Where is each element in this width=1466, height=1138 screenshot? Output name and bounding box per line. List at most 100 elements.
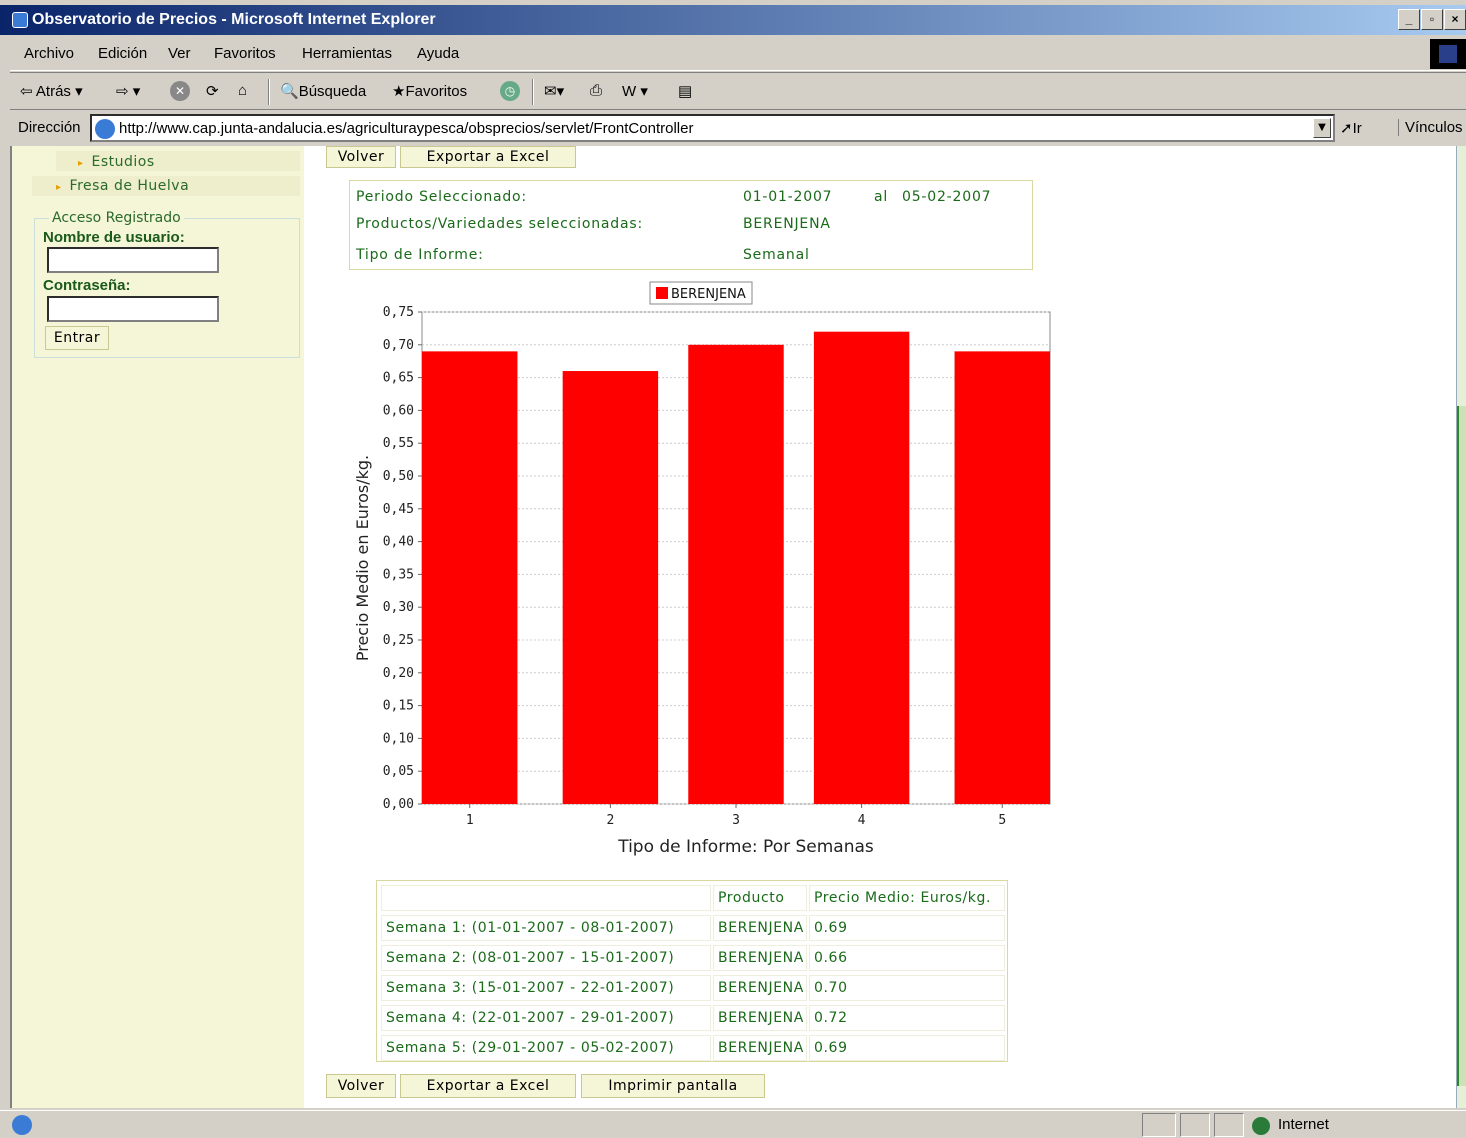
y-tick-label: 0,45 xyxy=(383,502,414,517)
table-header: Precio Medio: Euros/kg. xyxy=(809,885,1005,911)
export-excel-top-button[interactable]: Exportar a Excel xyxy=(400,146,576,168)
x-tick-label: 2 xyxy=(606,813,614,828)
table-header: Producto xyxy=(713,885,807,911)
back-button[interactable]: ⇦ Atrás ▾ xyxy=(20,82,83,100)
login-button[interactable]: Entrar xyxy=(45,326,109,350)
table-cell: 0.69 xyxy=(809,915,1005,941)
products-label: Productos/Variedades seleccionadas: xyxy=(356,216,643,232)
scrollbar-thumb[interactable] xyxy=(1457,406,1466,1086)
stop-icon[interactable]: ✕ xyxy=(170,81,190,101)
address-url[interactable]: http://www.cap.junta-andalucia.es/agricu… xyxy=(119,120,693,137)
sidebar-item-label[interactable]: Estudios xyxy=(92,154,155,170)
print-screen-button[interactable]: Imprimir pantalla xyxy=(581,1074,765,1098)
favorites-label: Favoritos xyxy=(405,83,468,100)
bar-1 xyxy=(422,351,518,804)
back-label: Atrás xyxy=(35,83,71,100)
menu-favoritos[interactable]: Favoritos xyxy=(214,45,276,62)
address-input[interactable]: http://www.cap.junta-andalucia.es/agricu… xyxy=(90,114,1335,142)
favorites-button[interactable]: ★Favoritos xyxy=(392,82,467,100)
y-tick-label: 0,10 xyxy=(383,731,414,746)
bar-4 xyxy=(813,331,910,804)
print-icon[interactable]: ⎙ xyxy=(590,82,602,99)
menu-ver[interactable]: Ver xyxy=(168,45,191,62)
y-tick-label: 0,00 xyxy=(383,797,414,812)
period-to: 05-02-2007 xyxy=(902,189,992,205)
back-bottom-button[interactable]: Volver xyxy=(326,1074,396,1098)
legend-label: BERENJENA xyxy=(671,287,746,302)
windows-logo-icon xyxy=(1430,39,1466,69)
go-button[interactable]: ➚Ir xyxy=(1340,119,1362,137)
table-cell: Semana 4: (22-01-2007 - 29-01-2007) xyxy=(381,1005,711,1031)
table-cell: BERENJENA xyxy=(713,975,807,1001)
menu-edicion[interactable]: Edición xyxy=(98,45,147,62)
x-tick-label: 1 xyxy=(466,813,474,828)
table-cell: BERENJENA xyxy=(713,1005,807,1031)
status-bar: Internet xyxy=(0,1110,1466,1138)
back-top-button[interactable]: Volver xyxy=(326,146,396,168)
y-tick-label: 0,20 xyxy=(383,666,414,681)
username-field[interactable] xyxy=(47,247,219,273)
table-cell: Semana 2: (08-01-2007 - 15-01-2007) xyxy=(381,945,711,971)
address-bar: Dirección http://www.cap.junta-andalucia… xyxy=(10,111,1466,145)
y-tick-label: 0,35 xyxy=(383,567,414,582)
menu-herramientas[interactable]: Herramientas xyxy=(302,45,392,62)
period-separator: al xyxy=(874,189,889,205)
y-tick-label: 0,05 xyxy=(383,764,414,779)
address-dropdown-icon[interactable]: ▼ xyxy=(1313,118,1331,138)
sidebar-item-estudios[interactable]: ▸ Estudios xyxy=(78,154,155,170)
sidebar-item-label[interactable]: Fresa de Huelva xyxy=(70,178,190,194)
table-cell: BERENJENA xyxy=(713,945,807,971)
minimize-button[interactable]: _ xyxy=(1398,9,1420,30)
products-value: BERENJENA xyxy=(743,216,831,232)
y-tick-label: 0,70 xyxy=(383,338,414,353)
y-tick-label: 0,60 xyxy=(383,403,414,418)
table-cell: 0.72 xyxy=(809,1005,1005,1031)
refresh-icon[interactable]: ⟳ xyxy=(206,82,219,100)
ie-icon xyxy=(12,12,28,28)
table-cell: Semana 1: (01-01-2007 - 08-01-2007) xyxy=(381,915,711,941)
login-legend: Acceso Registrado xyxy=(49,210,184,226)
y-tick-label: 0,55 xyxy=(383,436,414,451)
search-button[interactable]: 🔍Búsqueda xyxy=(280,82,366,100)
y-tick-label: 0,65 xyxy=(383,371,414,386)
forward-button[interactable]: ⇨ ▾ xyxy=(116,82,140,100)
price-table: Producto Precio Medio: Euros/kg. Semana 1:… xyxy=(376,880,1008,1062)
period-label: Periodo Seleccionado: xyxy=(356,189,527,205)
discuss-icon[interactable]: ▤ xyxy=(678,82,692,100)
y-tick-label: 0,25 xyxy=(383,633,414,648)
y-axis-label: Precio Medio en Euros/kg. xyxy=(353,455,372,661)
y-tick-label: 0,40 xyxy=(383,535,414,550)
toolbar: ⇦ Atrás ▾ ⇨ ▾ ✕ ⟳ ⌂ 🔍Búsqueda ★Favoritos… xyxy=(10,72,1466,110)
window-controls: _ ▫ × xyxy=(1397,9,1466,31)
period-from: 01-01-2007 xyxy=(743,189,833,205)
table-cell: Semana 5: (29-01-2007 - 05-02-2007) xyxy=(381,1035,711,1061)
y-tick-label: 0,15 xyxy=(383,699,414,714)
menu-archivo[interactable]: Archivo xyxy=(24,45,74,62)
page-icon xyxy=(95,119,115,139)
password-field[interactable] xyxy=(47,296,219,322)
bar-3 xyxy=(688,344,784,804)
sidebar: ▸ Estudios ▸ Fresa de Huelva Acceso Regist… xyxy=(12,146,304,1108)
sidebar-item-fresa[interactable]: ▸ Fresa de Huelva xyxy=(56,178,189,194)
mail-icon[interactable]: ✉▾ xyxy=(544,82,564,100)
report-type-value: Semanal xyxy=(743,247,810,263)
x-tick-label: 3 xyxy=(732,813,740,828)
vertical-scrollbar[interactable] xyxy=(1456,146,1466,1108)
search-label: Búsqueda xyxy=(298,83,367,100)
close-button[interactable]: × xyxy=(1444,9,1466,30)
go-label: Ir xyxy=(1352,120,1362,137)
maximize-button[interactable]: ▫ xyxy=(1421,9,1443,30)
security-zone: Internet xyxy=(1278,1116,1329,1133)
report-info-box: Periodo Seleccionado: 01-01-2007 al 05-0… xyxy=(349,180,1033,270)
home-icon[interactable]: ⌂ xyxy=(238,82,247,99)
export-excel-bottom-button[interactable]: Exportar a Excel xyxy=(400,1074,576,1098)
page-content: ▸ Estudios ▸ Fresa de Huelva Acceso Regist… xyxy=(10,146,1456,1108)
links-button[interactable]: Vínculos xyxy=(1398,119,1463,136)
y-tick-label: 0,30 xyxy=(383,600,414,615)
x-tick-label: 4 xyxy=(858,813,866,828)
x-axis-label: Tipo de Informe: Por Semanas xyxy=(617,837,874,857)
history-icon[interactable]: ◷ xyxy=(500,81,520,101)
menu-ayuda[interactable]: Ayuda xyxy=(417,45,459,62)
edit-icon[interactable]: W ▾ xyxy=(622,82,648,100)
window-title: Observatorio de Precios - Microsoft Inte… xyxy=(32,11,436,28)
